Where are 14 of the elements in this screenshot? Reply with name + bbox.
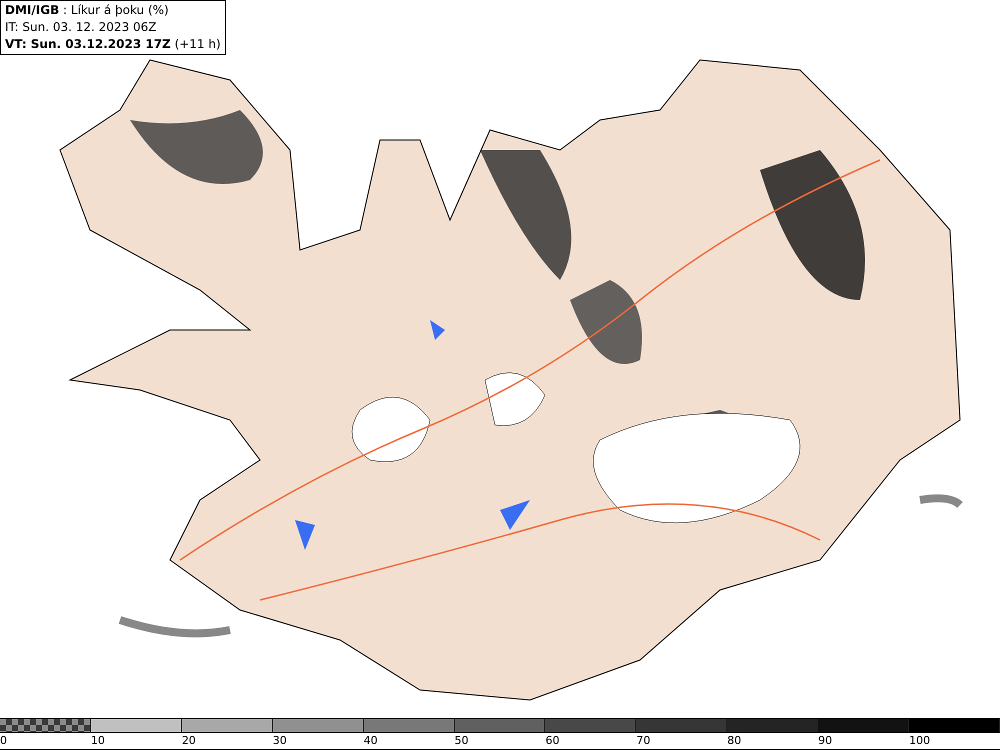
info-line: VT: Sun. 03.12.2023 17Z (+11 h) bbox=[5, 36, 221, 53]
legend-tick-label: 30 bbox=[272, 733, 287, 749]
legend-tick-label: 90 bbox=[818, 733, 832, 749]
legend-tick-label: 60 bbox=[545, 733, 560, 749]
legend-tick-label: 70 bbox=[636, 733, 650, 749]
legend-tick-label: 80 bbox=[727, 733, 742, 749]
legend-tick-label: 40 bbox=[364, 733, 378, 749]
legend-tick-label: 0 bbox=[0, 733, 7, 749]
legend-tick-label: 50 bbox=[454, 733, 469, 749]
legend-tick-label: 20 bbox=[182, 733, 196, 749]
legend-tick-label: 10 bbox=[90, 733, 105, 749]
info-line: IT: Sun. 03. 12. 2023 06Z bbox=[5, 19, 158, 36]
legend-tick-label: 100 bbox=[909, 733, 930, 749]
info-line: DMI/IGB : Líkur á þoku (%) bbox=[5, 2, 170, 19]
